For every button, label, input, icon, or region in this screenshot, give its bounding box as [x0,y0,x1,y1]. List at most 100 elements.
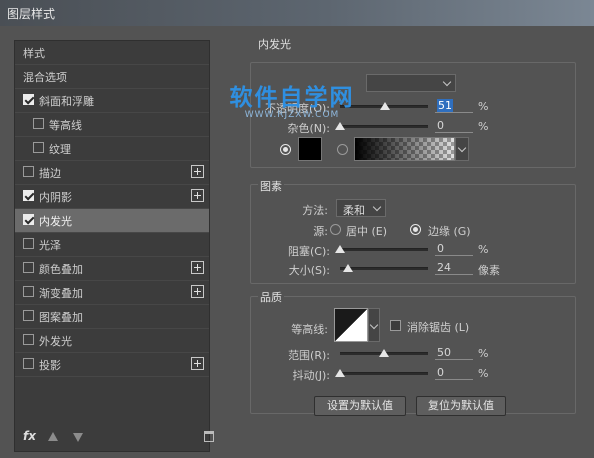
style-item-checkbox[interactable] [33,142,44,153]
gradient-dropdown[interactable] [455,137,469,161]
style-item[interactable]: 描边 [15,161,209,185]
size-label: 大小(S): [288,264,330,277]
source-edge-label[interactable]: 边缘 (G) [428,223,471,239]
style-item[interactable]: 纹理 [15,137,209,161]
opacity-slider-thumb[interactable] [379,102,390,110]
style-item[interactable]: 内阴影 [15,185,209,209]
style-item[interactable]: 图案叠加 [15,305,209,329]
range-slider-thumb[interactable] [379,349,389,357]
jitter-slider[interactable] [340,372,428,375]
fx-icon[interactable]: fx [23,429,36,443]
opacity-unit: % [478,100,489,113]
style-item-checkbox[interactable] [23,94,34,105]
style-item[interactable]: 内发光 [15,209,209,233]
add-style-icon[interactable] [191,165,204,178]
blend-mode-dropdown[interactable] [366,74,456,92]
style-item-checkbox[interactable] [23,214,34,225]
glow-color-swatch[interactable] [298,137,322,161]
source-edge-radio[interactable] [410,224,421,235]
style-item[interactable]: 渐变叠加 [15,281,209,305]
style-item[interactable]: 光泽 [15,233,209,257]
style-item-checkbox[interactable] [33,118,44,129]
watermark-logo: 软件自学网 WWW.RJZXW.COM [217,78,367,120]
jitter-input[interactable]: 0 [435,366,473,380]
gradient-swatch[interactable] [354,137,455,161]
contour-preview[interactable] [334,308,368,342]
opacity-input[interactable]: 51 [435,99,473,113]
style-item-checkbox[interactable] [23,286,34,297]
size-unit: 像素 [478,264,500,277]
choke-unit: % [478,243,489,256]
noise-label: 杂色(N): [287,122,330,135]
style-item-label: 投影 [39,359,61,372]
style-item[interactable]: 斜面和浮雕 [15,89,209,113]
choke-input[interactable]: 0 [435,242,473,256]
style-item-label: 描边 [39,167,61,180]
style-item[interactable]: 颜色叠加 [15,257,209,281]
style-item[interactable]: 外发光 [15,329,209,353]
jitter-slider-thumb[interactable] [335,369,345,377]
style-item-checkbox[interactable] [23,262,34,273]
style-item-label: 斜面和浮雕 [39,95,94,108]
gradient-mode-radio[interactable] [337,144,348,155]
noise-unit: % [478,120,489,133]
reset-default-button[interactable]: 复位为默认值 [416,396,506,416]
window-title: 图层样式 [7,7,56,21]
style-item-checkbox[interactable] [23,334,34,345]
choke-slider[interactable] [340,248,428,251]
watermark-main-text: 软件自学网 [229,85,355,111]
choke-label: 阻塞(C): [288,245,330,258]
size-slider-thumb[interactable] [343,264,354,272]
add-style-icon[interactable] [191,261,204,274]
choke-slider-thumb[interactable] [335,245,345,253]
section-title-inner-glow: 内发光 [258,38,291,51]
style-item-label: 渐变叠加 [39,287,83,300]
source-center-label[interactable]: 居中 (E) [346,223,387,239]
move-up-icon[interactable] [48,432,58,441]
style-item-label: 图案叠加 [39,311,83,324]
add-style-icon[interactable] [191,357,204,370]
add-style-icon[interactable] [191,285,204,298]
style-item-label: 外发光 [39,335,72,348]
style-item[interactable]: 等高线 [15,113,209,137]
move-down-icon[interactable] [73,433,83,442]
styles-footer: fx [15,425,214,451]
styles-header[interactable]: 样式 [15,41,209,65]
style-item-label: 内阴影 [39,191,72,204]
style-item-label: 等高线 [49,119,82,132]
antialias-label[interactable]: 消除锯齿 (L) [407,319,469,335]
style-item-checkbox[interactable] [23,238,34,249]
range-input[interactable]: 50 [435,346,473,360]
noise-slider-thumb[interactable] [335,122,345,130]
source-center-radio[interactable] [330,224,341,235]
title-bar[interactable]: 图层样式 [0,0,594,26]
contour-dropdown[interactable] [368,308,380,342]
noise-input[interactable]: 0 [435,119,473,133]
section-title-quality: 品质 [258,289,284,305]
antialias-checkbox[interactable] [390,320,401,331]
chevron-down-icon [372,202,382,212]
source-label: 源: [313,225,328,238]
blend-options-item[interactable]: 混合选项 [15,65,209,89]
style-item-checkbox[interactable] [23,190,34,201]
method-label: 方法: [302,204,328,217]
styles-header-label: 样式 [23,47,45,60]
chevron-down-icon [369,320,379,330]
style-item-checkbox[interactable] [23,310,34,321]
make-default-button[interactable]: 设置为默认值 [314,396,406,416]
style-item-checkbox[interactable] [23,166,34,177]
add-style-icon[interactable] [191,189,204,202]
style-item-checkbox[interactable] [23,358,34,369]
style-item-label: 内发光 [39,215,72,228]
jitter-unit: % [478,367,489,380]
color-mode-radio[interactable] [280,144,291,155]
size-input[interactable]: 24 [435,261,473,275]
noise-slider[interactable] [340,125,428,128]
method-dropdown[interactable]: 柔和 [336,199,386,217]
section-title-elements: 图素 [258,178,284,194]
trash-icon[interactable] [204,431,214,442]
styles-list-panel: 样式 混合选项 斜面和浮雕等高线纹理描边内阴影内发光光泽颜色叠加渐变叠加图案叠加… [14,40,214,452]
style-item-label: 光泽 [39,239,61,252]
layer-style-dialog: 样式 混合选项 斜面和浮雕 等高线 纹理 描边 内阴影 内发光 光泽 颜色叠加 渐变叠加 图案叠加… [0,26,594,458]
style-item[interactable]: 投影 [15,353,209,377]
